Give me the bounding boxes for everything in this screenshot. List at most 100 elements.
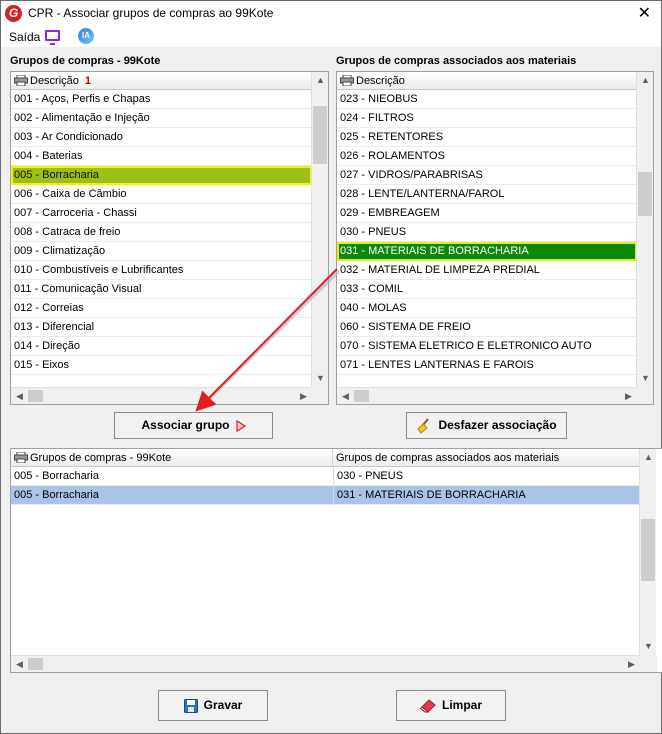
scroll-corner [311, 387, 328, 404]
bottom-header-label-1: Grupos de compras - 99Kote [30, 452, 172, 464]
right-list-row[interactable]: 028 - LENTE/LANTERNA/FAROL [337, 185, 637, 204]
app-logo-icon: G [5, 5, 22, 22]
scroll-left-icon[interactable]: ◀ [11, 656, 28, 672]
desfazer-associacao-label: Desfazer associação [438, 418, 557, 432]
scroll-right-icon[interactable]: ▶ [295, 388, 312, 404]
menu-saida[interactable]: Saída [9, 30, 40, 44]
bottom-header-label-2: Grupos de compras associados aos materia… [336, 452, 560, 464]
right-list-row[interactable]: 040 - MOLAS [337, 299, 637, 318]
right-list-row[interactable]: 026 - ROLAMENTOS [337, 147, 637, 166]
right-list-row[interactable]: 025 - RETENTORES [337, 128, 637, 147]
left-list-cell: 007 - Carroceria - Chassi [14, 207, 137, 219]
left-list-row[interactable]: 008 - Catraca de freio [11, 223, 312, 242]
association-row[interactable]: 005 - Borracharia 031 - MATERIAIS DE BORR… [11, 486, 640, 505]
left-list-row[interactable]: 012 - Correias [11, 299, 312, 318]
left-list-row[interactable]: 003 - Ar Condicionado [11, 128, 312, 147]
right-list-row[interactable]: 070 - SISTEMA ELETRICO E ELETRONICO AUTO [337, 337, 637, 356]
close-button[interactable]: ✕ [638, 3, 651, 23]
left-list-row[interactable]: 007 - Carroceria - Chassi [11, 204, 312, 223]
associar-grupo-button[interactable]: Associar grupo [114, 412, 273, 439]
scroll-down-icon[interactable]: ▼ [312, 370, 328, 387]
left-list-row[interactable]: 005 - Borracharia [11, 166, 312, 185]
left-list-cell: 015 - Eixos [14, 359, 70, 371]
left-list-row[interactable]: 010 - Combustíveis e Lubrificantes [11, 261, 312, 280]
left-scroll-thumb[interactable] [313, 106, 327, 164]
scroll-up-icon[interactable]: ▲ [312, 72, 328, 89]
gravar-button[interactable]: Gravar [158, 690, 268, 721]
right-grid-header: Descrição [337, 72, 637, 90]
left-list-row[interactable]: 004 - Baterias [11, 147, 312, 166]
bottom-hscrollbar[interactable]: ◀ ▶ [11, 655, 640, 672]
monitor-icon[interactable] [45, 30, 60, 45]
right-vscrollbar[interactable]: ▲ ▼ [636, 72, 653, 387]
right-hscroll-thumb[interactable] [354, 390, 369, 402]
right-list-cell: 040 - MOLAS [340, 302, 407, 314]
right-list-row[interactable]: 071 - LENTES LANTERNAS E FAROIS [337, 356, 637, 375]
right-list-cell: 070 - SISTEMA ELETRICO E ELETRONICO AUTO [340, 340, 592, 352]
left-list-cell: 009 - Climatização [14, 245, 106, 257]
left-list-row[interactable]: 009 - Climatização [11, 242, 312, 261]
left-list-row[interactable]: 002 - Alimentação e Injeção [11, 109, 312, 128]
left-list-cell: 013 - Diferencial [14, 321, 95, 333]
ia-assistant-icon[interactable]: IA [78, 28, 94, 44]
bottom-vscrollbar[interactable]: ▲ ▼ [639, 449, 656, 655]
scroll-right-icon[interactable]: ▶ [623, 656, 640, 672]
scroll-down-icon[interactable]: ▼ [640, 638, 657, 655]
right-list-row[interactable]: 060 - SISTEMA DE FREIO [337, 318, 637, 337]
associations-grid[interactable]: Grupos de compras - 99Kote Grupos de com… [10, 448, 662, 673]
scroll-left-icon[interactable]: ◀ [11, 388, 28, 404]
right-list-row[interactable]: 024 - FILTROS [337, 109, 637, 128]
left-list-row[interactable]: 015 - Eixos [11, 356, 312, 375]
bottom-hscroll-thumb[interactable] [28, 658, 43, 670]
window-title: CPR - Associar grupos de compras ao 99Ko… [28, 6, 274, 20]
left-list-row[interactable]: 006 - Caixa de Câmbio [11, 185, 312, 204]
left-grid[interactable]: Descrição 1 001 - Aços, Perfis e Chapas 00… [10, 71, 329, 405]
right-list-row[interactable]: 027 - VIDROS/PARABRISAS [337, 166, 637, 185]
right-list-row[interactable]: 030 - PNEUS [337, 223, 637, 242]
bottom-scroll-thumb[interactable] [641, 519, 655, 581]
broom-icon [417, 417, 430, 434]
scroll-down-icon[interactable]: ▼ [637, 370, 653, 387]
right-list-row[interactable]: 032 - MATERIAL DE LIMPEZA PREDIAL [337, 261, 637, 280]
main-window: G CPR - Associar grupos de compras ao 99… [0, 0, 662, 734]
right-hscrollbar[interactable]: ◀ ▶ [337, 387, 637, 404]
right-list-cell: 026 - ROLAMENTOS [340, 150, 445, 162]
right-scroll-thumb[interactable] [638, 172, 652, 216]
right-list-cell: 028 - LENTE/LANTERNA/FAROL [340, 188, 505, 200]
left-grid-header: Descrição 1 [11, 72, 312, 90]
right-list-row[interactable]: 033 - COMIL [337, 280, 637, 299]
left-header-label: Descrição [30, 75, 79, 87]
right-list-row[interactable]: 023 - NIEOBUS [337, 90, 637, 109]
association-row[interactable]: 005 - Borracharia 030 - PNEUS [11, 467, 640, 486]
bottom-header-associados[interactable]: Grupos de compras associados aos materia… [333, 449, 640, 467]
left-list-row[interactable]: 011 - Comunicação Visual [11, 280, 312, 299]
desfazer-associacao-button[interactable]: Desfazer associação [406, 412, 567, 439]
left-hscrollbar[interactable]: ◀ ▶ [11, 387, 312, 404]
left-list-row[interactable]: 013 - Diferencial [11, 318, 312, 337]
right-list-row[interactable]: 031 - MATERIAIS DE BORRACHARIA [337, 242, 637, 261]
menu-bar: Saída IA [1, 27, 661, 47]
association-material-cell: 031 - MATERIAIS DE BORRACHARIA [333, 486, 640, 505]
left-header-descricao[interactable]: Descrição 1 [11, 72, 312, 90]
scroll-left-icon[interactable]: ◀ [337, 388, 354, 404]
left-list-cell: 012 - Correias [14, 302, 84, 314]
scroll-up-icon[interactable]: ▲ [637, 72, 653, 89]
right-list-row[interactable]: 029 - EMBREAGEM [337, 204, 637, 223]
left-list-row[interactable]: 014 - Direção [11, 337, 312, 356]
scroll-up-icon[interactable]: ▲ [640, 449, 657, 466]
left-list-cell: 010 - Combustíveis e Lubrificantes [14, 264, 184, 276]
limpar-button[interactable]: Limpar [396, 690, 506, 721]
scroll-corner [636, 387, 653, 404]
left-hscroll-thumb[interactable] [28, 390, 43, 402]
left-list-row[interactable]: 001 - Aços, Perfis e Chapas [11, 90, 312, 109]
associar-grupo-label: Associar grupo [141, 418, 230, 432]
scroll-right-icon[interactable]: ▶ [620, 388, 637, 404]
right-list-cell: 027 - VIDROS/PARABRISAS [340, 169, 483, 181]
left-list-cell: 008 - Catraca de freio [14, 226, 121, 238]
left-list-cell: 002 - Alimentação e Injeção [14, 112, 150, 124]
right-header-descricao[interactable]: Descrição [337, 72, 637, 90]
right-list-cell: 033 - COMIL [340, 283, 403, 295]
left-vscrollbar[interactable]: ▲ ▼ [311, 72, 328, 387]
bottom-header-grupos[interactable]: Grupos de compras - 99Kote [11, 449, 333, 467]
right-grid[interactable]: Descrição 023 - NIEOBUS 024 - FILTROS 025 … [336, 71, 654, 405]
